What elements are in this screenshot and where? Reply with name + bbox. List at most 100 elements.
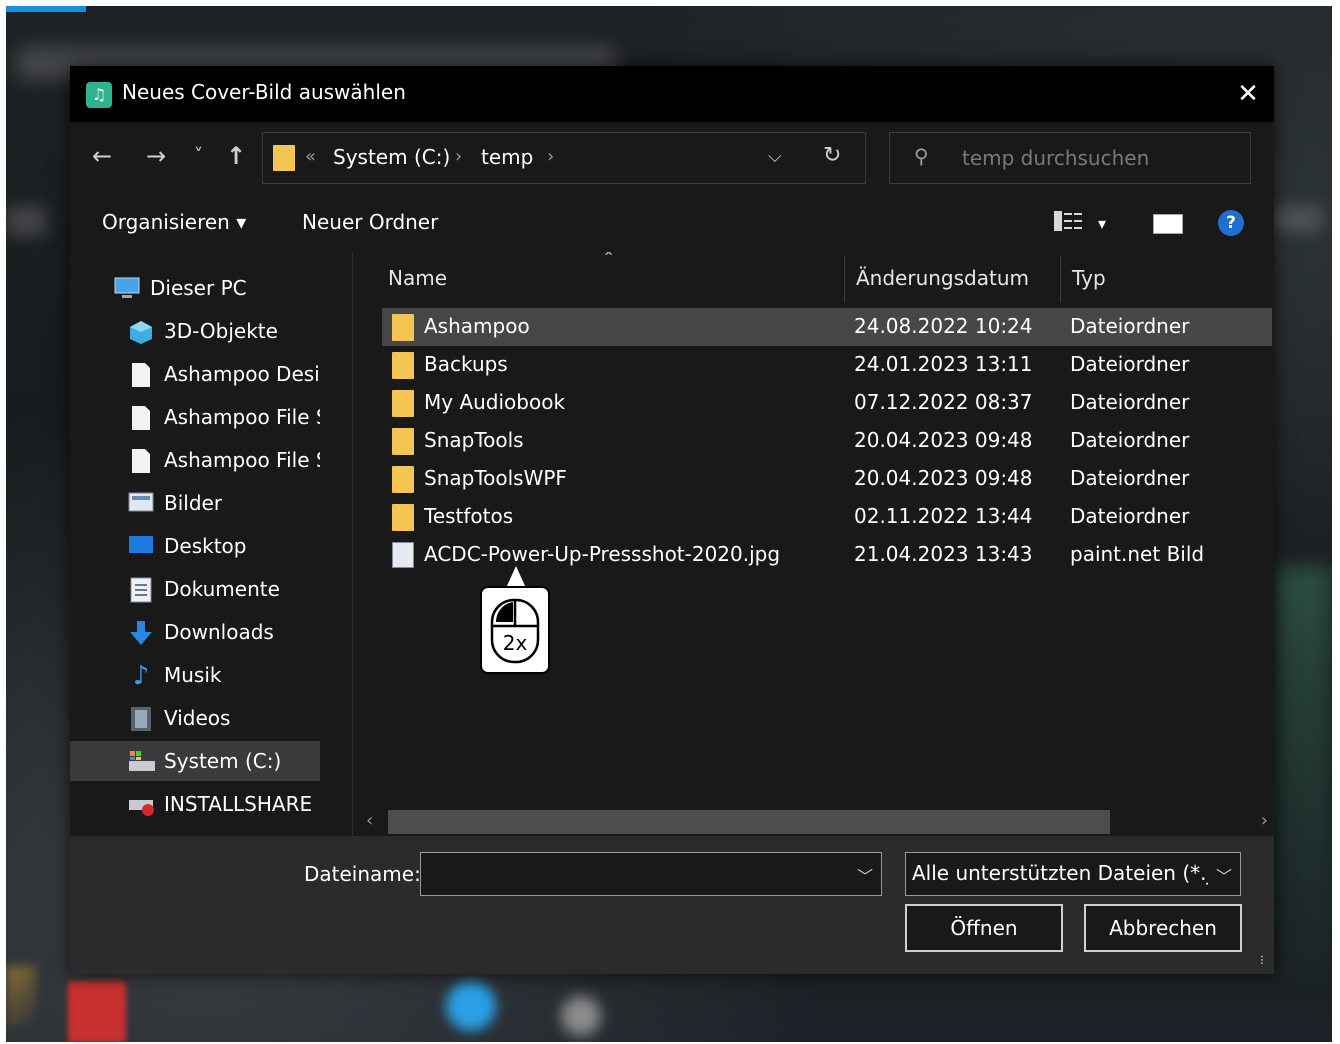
background-next-button <box>1272 206 1322 232</box>
column-header-type[interactable]: Typ <box>1072 266 1106 290</box>
resize-grip-icon[interactable]: ⠇ <box>1259 954 1268 968</box>
nav-item-3d-objekte[interactable]: 3D-Objekte <box>70 311 320 351</box>
address-dropdown-icon[interactable]: ⌵ <box>768 146 782 167</box>
cancel-button[interactable]: Abbrechen <box>1084 904 1242 952</box>
nav-item-ashampoo-file-1[interactable]: Ashampoo File S <box>70 397 320 437</box>
chevron-down-icon[interactable]: ﹀ <box>1216 863 1232 887</box>
chevron-down-icon[interactable]: ﹀ <box>857 863 873 887</box>
nav-item-label: Ashampoo File S <box>164 405 320 429</box>
column-header-name[interactable]: Name <box>388 266 447 290</box>
folder-icon <box>392 504 414 531</box>
background-decoration <box>6 966 36 1026</box>
dialog-title: Neues Cover-Bild auswählen <box>122 80 406 104</box>
callout-text: 2x <box>503 631 528 655</box>
breadcrumb-separator[interactable]: › <box>547 146 554 167</box>
view-dropdown-icon[interactable]: ▾ <box>1098 214 1106 233</box>
3d-objects-icon <box>128 319 154 345</box>
document-icon <box>128 405 154 431</box>
breadcrumb-separator[interactable]: › <box>455 146 462 167</box>
column-divider[interactable] <box>844 256 845 302</box>
file-row[interactable]: SnapTools 20.04.2023 09:48 Dateiordner <box>382 422 1272 460</box>
folder-icon <box>392 466 414 493</box>
back-arrow-icon[interactable]: ← <box>92 142 112 170</box>
file-row[interactable]: Backups 24.01.2023 13:11 Dateiordner <box>382 346 1272 384</box>
breadcrumb-temp[interactable]: temp <box>481 145 533 169</box>
filetype-select[interactable]: Alle unterstützten Dateien (*.jpg ﹀ <box>905 852 1241 896</box>
document-icon <box>128 448 154 474</box>
nav-item-ashampoo-design[interactable]: Ashampoo Desig <box>70 354 320 394</box>
organize-menu-button[interactable]: Organisieren ▾ <box>102 210 246 234</box>
forward-arrow-icon[interactable]: → <box>146 142 166 170</box>
navigation-pane[interactable]: Dieser PC 3D-Objekte Ashampoo Desig Asha… <box>70 252 353 836</box>
scroll-left-icon[interactable]: ‹ <box>366 810 373 831</box>
background-decoration <box>1272 566 1332 986</box>
music-icon: ♪ <box>132 661 150 691</box>
file-name: Backups <box>424 352 508 376</box>
search-placeholder: temp durchsuchen <box>962 146 1150 170</box>
nav-item-installshare[interactable]: INSTALLSHARE ( <box>70 784 320 824</box>
command-toolbar: Organisieren ▾ Neuer Ordner ▾ ? <box>70 190 1274 252</box>
breadcrumb-system-c[interactable]: System (C:) <box>333 145 450 169</box>
column-divider[interactable] <box>1060 256 1061 302</box>
dialog-footer: Dateiname: ﹀ Alle unterstützten Dateien … <box>70 836 1274 974</box>
desktop-icon <box>128 534 154 560</box>
filetype-value: Alle unterstützten Dateien (*.jpg <box>912 861 1208 885</box>
nav-item-downloads[interactable]: Downloads <box>70 612 320 652</box>
search-icon: ⚲ <box>914 144 929 168</box>
scrollbar-thumb[interactable] <box>388 810 1110 834</box>
address-overflow-chevron[interactable]: « <box>305 146 316 167</box>
file-name: Ashampoo <box>424 314 530 338</box>
file-name: SnapTools <box>424 428 524 452</box>
nav-item-label: Dieser PC <box>150 276 247 300</box>
file-row[interactable]: Testfotos 02.11.2022 13:44 Dateiordner <box>382 498 1272 536</box>
file-row[interactable]: SnapToolsWPF 20.04.2023 09:48 Dateiordne… <box>382 460 1272 498</box>
file-date: 07.12.2022 08:37 <box>854 390 1033 414</box>
new-folder-button[interactable]: Neuer Ordner <box>302 210 438 234</box>
file-list[interactable]: ⌃ Name Änderungsdatum Typ Ashampoo 24.08… <box>354 252 1274 836</box>
horizontal-scrollbar[interactable]: ‹ › <box>354 806 1274 836</box>
nav-item-dieser-pc[interactable]: Dieser PC <box>70 268 320 308</box>
file-type: Dateiordner <box>1070 466 1190 490</box>
file-type: paint.net Bild <box>1070 542 1205 566</box>
documents-icon <box>128 577 154 603</box>
file-type: Dateiordner <box>1070 504 1190 528</box>
nav-item-dokumente[interactable]: Dokumente <box>70 569 320 609</box>
nav-item-system-c[interactable]: System (C:) <box>70 741 320 781</box>
navpane-scrollbar[interactable]: ▲ ▼ <box>322 252 348 836</box>
file-date: 20.04.2023 09:48 <box>854 466 1033 490</box>
videos-icon <box>128 706 154 732</box>
nav-item-label: Dokumente <box>164 577 280 601</box>
scroll-right-icon[interactable]: › <box>1261 810 1268 831</box>
nav-item-ashampoo-file-2[interactable]: Ashampoo File S <box>70 440 320 480</box>
file-row[interactable]: My Audiobook 07.12.2022 08:37 Dateiordne… <box>382 384 1272 422</box>
open-button[interactable]: Öffnen <box>905 904 1063 952</box>
nav-item-desktop[interactable]: Desktop <box>70 526 320 566</box>
close-button[interactable]: ✕ <box>1228 74 1268 114</box>
column-header-date[interactable]: Änderungsdatum <box>856 266 1029 290</box>
address-bar[interactable]: « System (C:) › temp › ⌵ ↻ <box>262 132 866 184</box>
nav-item-label: Bilder <box>164 491 223 515</box>
sort-ascending-icon: ⌃ <box>602 252 616 267</box>
view-options-icon[interactable] <box>1054 210 1082 232</box>
file-date: 24.08.2022 10:24 <box>854 314 1033 338</box>
background-taskbar-icon <box>68 981 126 1042</box>
nav-item-label: Musik <box>164 663 222 687</box>
refresh-icon[interactable]: ↻ <box>823 143 841 168</box>
filename-input[interactable]: ﹀ <box>420 852 882 896</box>
folder-icon <box>273 145 295 171</box>
nav-item-videos[interactable]: Videos <box>70 698 320 738</box>
nav-item-label: System (C:) <box>164 749 282 773</box>
mouse-double-click-icon: 2x <box>490 598 540 664</box>
preview-pane-icon[interactable] <box>1153 214 1183 234</box>
file-name: Testfotos <box>424 504 514 528</box>
nav-item-musik[interactable]: ♪ Musik <box>70 655 320 695</box>
nav-item-bilder[interactable]: Bilder <box>70 483 320 523</box>
file-name: ACDC-Power-Up-Pressshot-2020.jpg <box>424 542 781 566</box>
up-arrow-icon[interactable]: ↑ <box>226 142 246 170</box>
nav-item-label: Desktop <box>164 534 247 558</box>
help-icon[interactable]: ? <box>1218 210 1244 236</box>
search-box[interactable]: ⚲ temp durchsuchen <box>889 132 1251 184</box>
file-row[interactable]: Ashampoo 24.08.2022 10:24 Dateiordner <box>382 308 1272 346</box>
file-date: 20.04.2023 09:48 <box>854 428 1033 452</box>
recent-locations-chevron-icon[interactable]: ˅ <box>194 142 203 170</box>
